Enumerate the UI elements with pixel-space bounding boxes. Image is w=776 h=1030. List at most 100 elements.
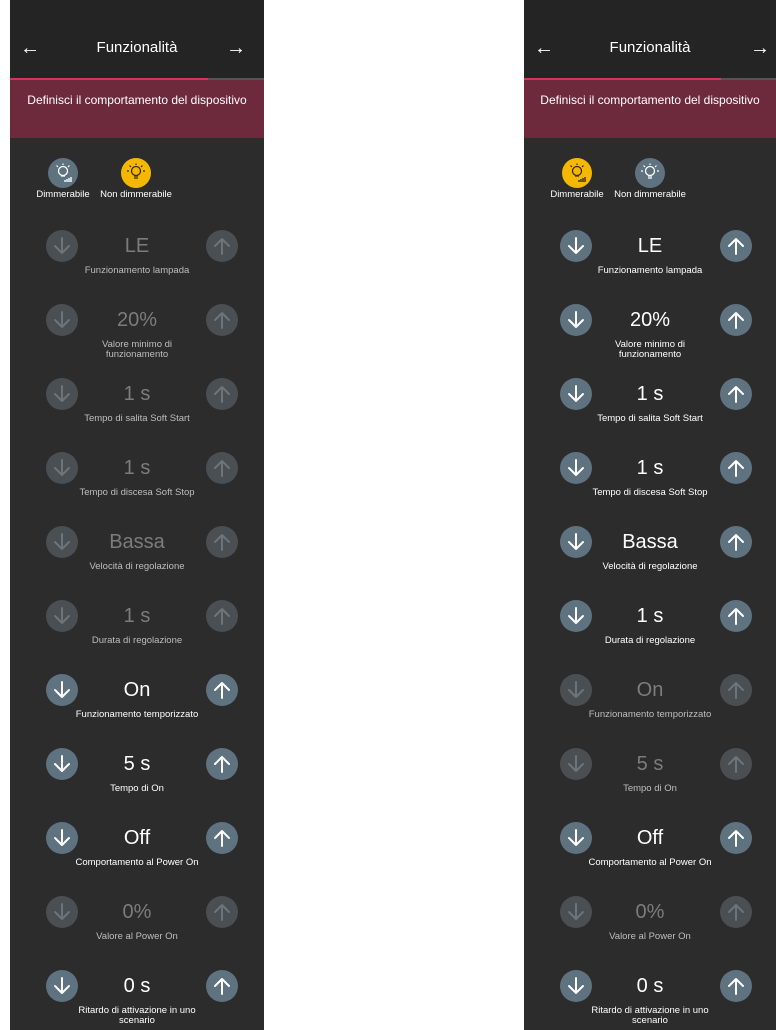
instruction-banner: Definisci il comportamento del dispositi… (10, 80, 264, 138)
increase-button[interactable] (206, 600, 238, 632)
decrease-button[interactable] (560, 748, 592, 780)
setting-caption: Valore al Power On (96, 931, 178, 942)
setting-row: 20% Valore minimo di funzionamento (10, 304, 264, 374)
setting-row: 1 s Tempo di salita Soft Start (10, 378, 264, 448)
setting-caption: Tempo di On (623, 783, 677, 794)
arrow-right-icon[interactable]: → (750, 38, 776, 58)
setting-row: On Funzionamento temporizzato (10, 674, 264, 744)
setting-value: 1 s (123, 457, 151, 479)
setting-caption: Funzionamento temporizzato (75, 709, 199, 720)
decrease-button[interactable] (560, 896, 592, 928)
setting-value: 1 s (123, 605, 151, 627)
setting-caption: Tempo di salita Soft Start (84, 413, 190, 424)
bulb-icon (635, 158, 665, 188)
arrow-right-icon[interactable]: → (226, 38, 256, 58)
setting-caption: Funzionamento lampada (84, 265, 190, 276)
decrease-button[interactable] (560, 674, 592, 706)
setting-caption: Funzionamento temporizzato (588, 709, 712, 720)
decrease-button[interactable] (560, 452, 592, 484)
decrease-button[interactable] (46, 970, 78, 1002)
increase-button[interactable] (720, 304, 752, 336)
decrease-button[interactable] (46, 674, 78, 706)
decrease-button[interactable] (560, 526, 592, 558)
type-label: Dimmerabile (550, 189, 604, 200)
decrease-button[interactable] (560, 378, 592, 410)
decrease-button[interactable] (560, 230, 592, 262)
increase-button[interactable] (206, 378, 238, 410)
screen-left: ← Funzionalità → Definisci il comportame… (10, 0, 264, 1030)
decrease-button[interactable] (46, 230, 78, 262)
decrease-button[interactable] (560, 600, 592, 632)
decrease-button[interactable] (560, 304, 592, 336)
setting-caption: Durata di regolazione (91, 635, 183, 646)
increase-button[interactable] (206, 526, 238, 558)
increase-button[interactable] (206, 748, 238, 780)
setting-value: 5 s (123, 753, 151, 775)
setting-row: 1 s Durata di regolazione (10, 600, 264, 670)
setting-value: Off (123, 827, 151, 849)
increase-button[interactable] (720, 378, 752, 410)
setting-row: Off Comportamento al Power On (524, 822, 776, 892)
increase-button[interactable] (720, 674, 752, 706)
setting-row: LE Funzionamento lampada (10, 230, 264, 300)
increase-button[interactable] (720, 896, 752, 928)
progress-bar (524, 78, 776, 80)
setting-row: 1 s Tempo di discesa Soft Stop (524, 452, 776, 522)
setting-caption: Comportamento al Power On (588, 857, 712, 868)
increase-button[interactable] (206, 970, 238, 1002)
decrease-button[interactable] (560, 822, 592, 854)
increase-button[interactable] (720, 230, 752, 262)
increase-button[interactable] (206, 674, 238, 706)
setting-caption: Tempo di discesa Soft Stop (592, 487, 708, 498)
setting-caption: Ritardo di attivazione in uno scenario (591, 1005, 709, 1026)
setting-value: 0% (122, 901, 152, 923)
decrease-button[interactable] (46, 600, 78, 632)
increase-button[interactable] (720, 452, 752, 484)
type-non-dimmable[interactable]: Non dimmerabile (99, 158, 173, 200)
decrease-button[interactable] (46, 748, 78, 780)
setting-value: 0 s (636, 975, 664, 997)
setting-value: 0% (635, 901, 665, 923)
setting-caption: Durata di regolazione (604, 635, 696, 646)
increase-button[interactable] (206, 304, 238, 336)
decrease-button[interactable] (46, 822, 78, 854)
setting-value: 5 s (636, 753, 664, 775)
setting-value: 1 s (636, 383, 664, 405)
setting-value: On (123, 679, 151, 701)
increase-button[interactable] (206, 230, 238, 262)
instruction-banner: Definisci il comportamento del dispositi… (524, 80, 776, 138)
increase-button[interactable] (720, 822, 752, 854)
setting-caption: Valore minimo di funzionamento (101, 339, 173, 360)
decrease-button[interactable] (46, 896, 78, 928)
decrease-button[interactable] (46, 526, 78, 558)
setting-row: 20% Valore minimo di funzionamento (524, 304, 776, 374)
increase-button[interactable] (206, 452, 238, 484)
setting-caption: Valore al Power On (609, 931, 691, 942)
type-dimmable[interactable]: Dimmerabile (26, 158, 100, 200)
setting-value: 20% (116, 309, 158, 331)
type-dimmable[interactable]: Dimmerabile (540, 158, 614, 200)
decrease-button[interactable] (560, 970, 592, 1002)
setting-value: Off (636, 827, 664, 849)
setting-row: 0 s Ritardo di attivazione in uno scenari… (524, 970, 776, 1030)
type-non-dimmable[interactable]: Non dimmerabile (613, 158, 687, 200)
increase-button[interactable] (720, 970, 752, 1002)
decrease-button[interactable] (46, 378, 78, 410)
increase-button[interactable] (206, 896, 238, 928)
setting-value: 1 s (636, 457, 664, 479)
decrease-button[interactable] (46, 304, 78, 336)
setting-row: 1 s Tempo di discesa Soft Stop (10, 452, 264, 522)
increase-button[interactable] (720, 600, 752, 632)
device-type-selector: Dimmerabile Non dimmerabile (10, 158, 173, 218)
setting-row: 0% Valore al Power On (524, 896, 776, 966)
setting-value: 1 s (123, 383, 151, 405)
header: ← Funzionalità → (524, 0, 776, 80)
setting-row: 0 s Ritardo di attivazione in uno scenari… (10, 970, 264, 1030)
setting-caption: Funzionamento lampada (597, 265, 703, 276)
increase-button[interactable] (206, 822, 238, 854)
increase-button[interactable] (720, 526, 752, 558)
increase-button[interactable] (720, 748, 752, 780)
page-title: Funzionalità (609, 39, 691, 56)
setting-row: On Funzionamento temporizzato (524, 674, 776, 744)
decrease-button[interactable] (46, 452, 78, 484)
